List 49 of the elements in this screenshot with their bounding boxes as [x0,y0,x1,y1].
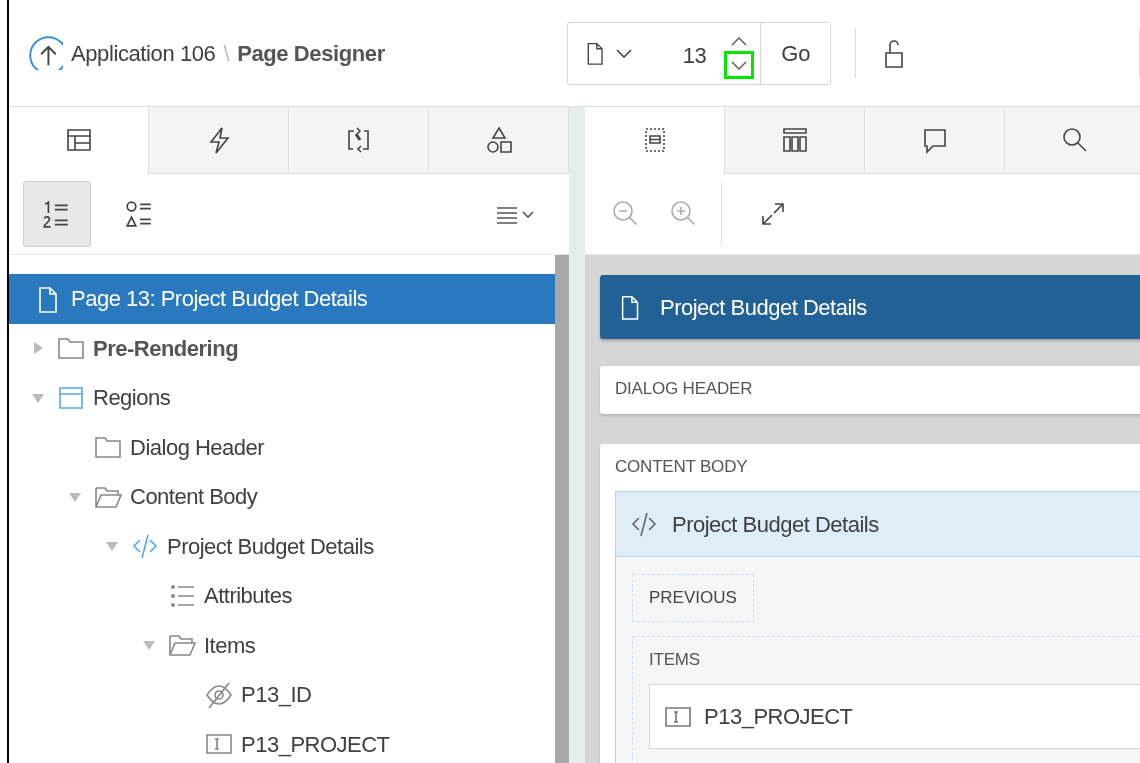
tree-node[interactable]: P13_ID [9,670,555,720]
zoom-out-icon [612,200,640,228]
page-item[interactable]: P13_PROJECT [649,684,1140,749]
tree-node-label: Dialog Header [130,433,265,462]
collapsed-triangle-icon[interactable] [31,341,45,356]
panel-tab[interactable] [9,107,149,174]
expand-arrows-icon [759,200,787,228]
tree-node[interactable]: Content Body [9,472,555,522]
tree-node-label: Attributes [204,582,292,611]
up-arrow-button[interactable] [29,36,63,70]
region-title: Project Budget Details [672,510,879,539]
scrollbar[interactable] [555,255,569,763]
tree-node-label: Regions [93,384,171,413]
page-title: Page Designer [237,39,385,68]
search-icon [1060,126,1089,154]
tree-node-label: P13_ID [241,681,312,710]
tree-node[interactable]: P13_PROJECT [9,719,555,763]
tree-node-label: Items [204,631,256,660]
tree-node-label: Page 13: Project Budget Details [71,285,368,314]
breadcrumb-link[interactable]: Application 106 [71,36,216,70]
position-label: DIALOG HEADER [615,378,754,400]
tree-node[interactable]: Attributes [9,571,555,621]
tree-node[interactable]: Regions [9,373,555,423]
page-title-text: Project Budget Details [660,293,867,322]
toolbar-button[interactable] [23,181,91,247]
shapes-icon [484,126,513,154]
shape-list-icon [124,199,154,229]
code-icon [630,510,658,538]
table-layout-icon [64,126,93,154]
panel-tab[interactable] [429,107,569,173]
tree-node-label: P13_PROJECT [241,730,390,759]
page-item-label: P13_PROJECT [704,703,853,731]
tree-node[interactable]: Items [9,620,555,670]
tree-node[interactable]: Project Budget Details [9,521,555,571]
panel-tab[interactable] [725,107,865,173]
position-label: CONTENT BODY [615,455,749,478]
tree-node[interactable]: Page 13: Project Budget Details [9,274,555,324]
columns-icon [780,126,809,154]
tree-node-label: Content Body [130,483,258,512]
items-label: ITEMS [649,648,701,671]
tree-node[interactable]: Dialog Header [9,422,555,472]
button-position-slot: PREVIOUS [632,574,754,622]
breadcrumb-separator: \ [223,39,230,68]
tree-node[interactable]: Pre-Rendering [9,323,555,373]
code-icon [131,532,159,561]
hidden-eye-icon [205,680,233,709]
tree-node-label: Project Budget Details [167,532,374,561]
zoom-in-icon [670,200,698,228]
tree-node-label: Pre-Rendering [93,334,239,363]
